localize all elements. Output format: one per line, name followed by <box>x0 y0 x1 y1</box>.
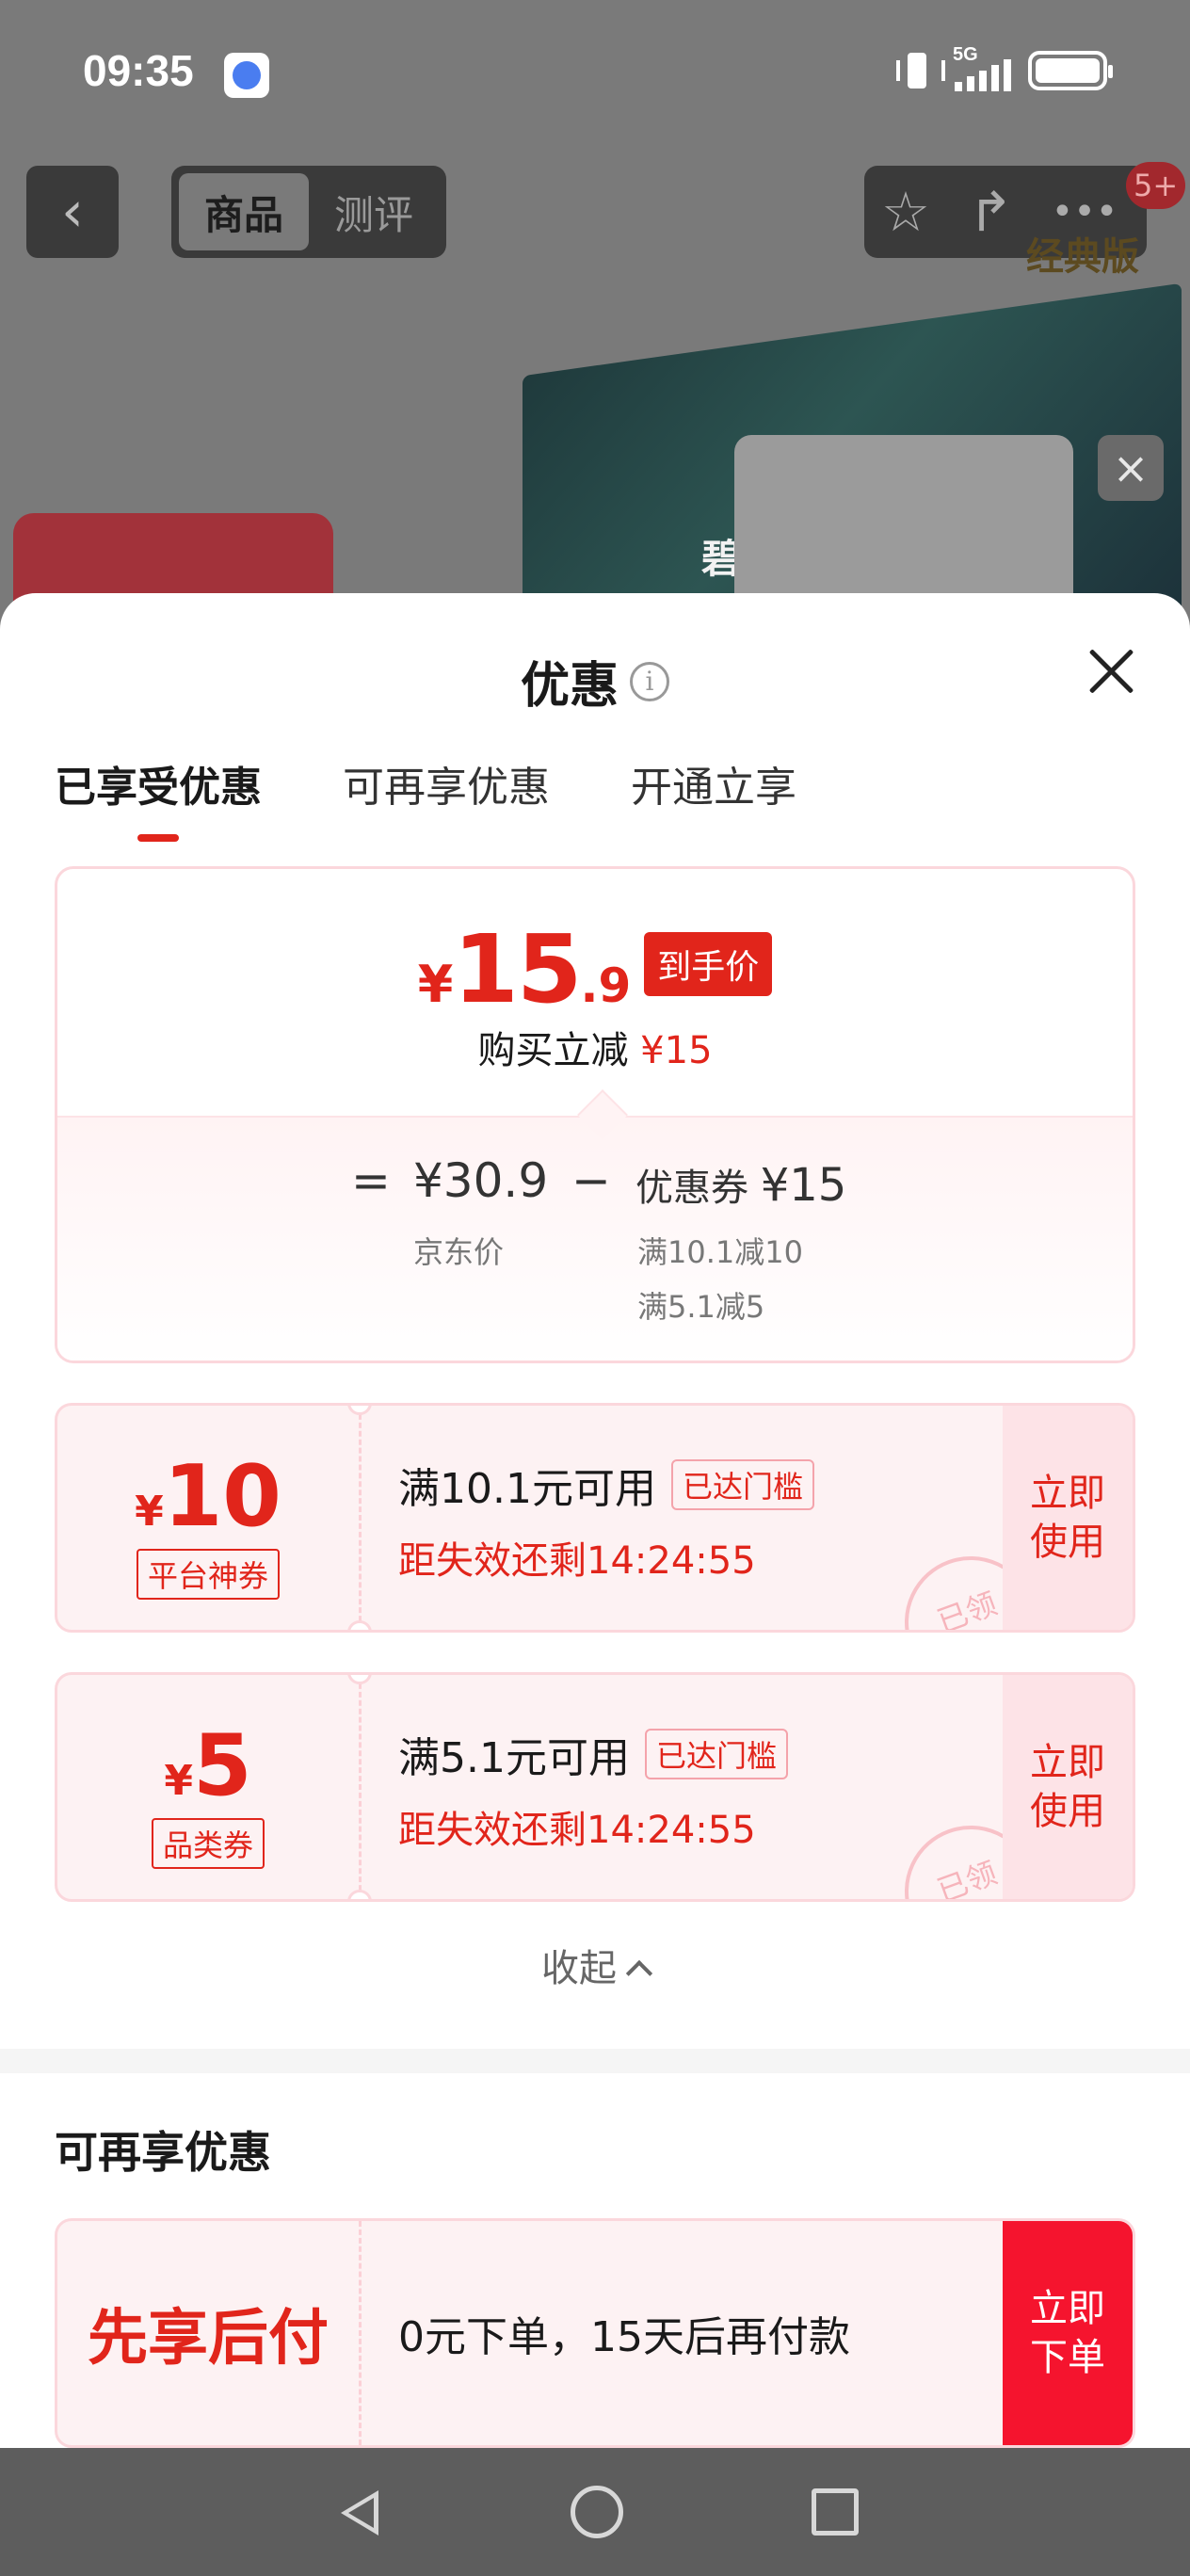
coupon-card: ¥ 10 平台神券 满10.1元可用 已达门槛 距失效还剩14:24:55 已领… <box>55 1403 1135 1633</box>
collapse-button[interactable]: 收起 <box>0 1938 1190 1992</box>
coupon-detail: 满10.1减10 <box>637 1234 803 1270</box>
pay-later-card: 先享后付 0元下单，15天后再付款 立即下单 <box>55 2218 1135 2448</box>
reduce-line: 购买立减 ¥15 <box>477 1029 713 1072</box>
status-bar: 09:35 5G <box>0 0 1190 151</box>
coupon-type: 品类券 <box>151 1818 265 1869</box>
tab-activate-discounts[interactable]: 开通立享 <box>631 753 796 842</box>
use-now-button[interactable]: 立即使用 <box>1003 1675 1133 1899</box>
coupon-expire: 距失效还剩14:24:55 <box>398 1809 756 1852</box>
battery-icon <box>1028 51 1113 90</box>
system-nav-bar <box>0 2448 1190 2576</box>
tab-more-discounts[interactable]: 可再享优惠 <box>343 753 550 842</box>
vibrate-icon <box>896 49 945 92</box>
final-price-tag: 到手价 <box>644 931 773 996</box>
base-price-label: 京东价 <box>413 1234 505 1270</box>
coupon-total: 优惠券 ¥15 <box>635 1159 847 1212</box>
system-back-icon[interactable] <box>331 2487 382 2537</box>
coupon-amount: ¥ 10 <box>135 1447 281 1546</box>
threshold-badge: 已达门槛 <box>644 1729 788 1779</box>
coupon-expire: 距失效还剩14:24:55 <box>398 1539 756 1583</box>
use-now-button[interactable]: 立即使用 <box>1003 1406 1133 1630</box>
floating-close-icon: × <box>1098 435 1164 501</box>
sheet-title: 优惠 <box>520 658 619 715</box>
tab-product: 商品 <box>179 173 309 250</box>
network-label: 5G <box>953 44 978 65</box>
info-icon[interactable]: i <box>630 661 669 701</box>
price-summary-card: ¥ 15 .9 到手价 购买立减 ¥15 = ¥30.9 京东价 − 优惠券 ¥… <box>55 866 1135 1363</box>
tab-review: 测评 <box>333 191 413 238</box>
system-home-icon[interactable] <box>571 2486 623 2538</box>
signal-icon: 5G <box>953 44 1011 91</box>
final-price: ¥ 15 .9 到手价 <box>57 914 1133 1024</box>
pay-later-desc: 0元下单，15天后再付款 <box>398 2313 850 2361</box>
more-discounts-title: 可再享优惠 <box>55 2127 271 2178</box>
price-breakdown: = ¥30.9 京东价 − 优惠券 ¥15 满10.1减10 满5.1减5 <box>57 1116 1133 1360</box>
system-recents-icon[interactable] <box>812 2488 859 2536</box>
coupon-amount: ¥ 5 <box>164 1716 252 1815</box>
discount-sheet: 优惠 i 已享受优惠 可再享优惠 开通立享 ¥ 15 .9 到手价 购买立减 ¥… <box>0 593 1190 2476</box>
coupon-detail: 满5.1减5 <box>637 1289 765 1325</box>
tab-enjoyed-discounts[interactable]: 已享受优惠 <box>55 753 262 842</box>
pay-later-title: 先享后付 <box>88 2304 329 2374</box>
status-time: 09:35 <box>83 46 194 95</box>
order-now-button[interactable]: 立即下单 <box>1003 2221 1133 2445</box>
coupon-card: ¥ 5 品类券 满5.1元可用 已达门槛 距失效还剩14:24:55 已领 立即… <box>55 1672 1135 1902</box>
status-icons: 5G <box>896 44 1113 92</box>
favorite-star-icon: ☆ <box>881 180 930 244</box>
coupon-condition: 满5.1元可用 <box>398 1734 630 1782</box>
classic-edition-seal: 经典版 <box>1026 235 1139 279</box>
coupon-condition: 满10.1元可用 <box>398 1465 656 1513</box>
threshold-badge: 已达门槛 <box>670 1459 814 1510</box>
close-icon[interactable] <box>1086 646 1137 697</box>
notification-app-icon <box>224 53 269 98</box>
back-button: ‹ <box>26 166 119 258</box>
coupon-type: 平台神券 <box>136 1549 281 1600</box>
product-tabs: 商品 测评 <box>171 166 446 258</box>
base-price: ¥30.9 <box>413 1153 549 1208</box>
discount-tabs: 已享受优惠 可再享优惠 开通立享 <box>55 753 796 842</box>
chevron-up-icon <box>625 1959 653 1988</box>
section-divider <box>0 2049 1190 2073</box>
